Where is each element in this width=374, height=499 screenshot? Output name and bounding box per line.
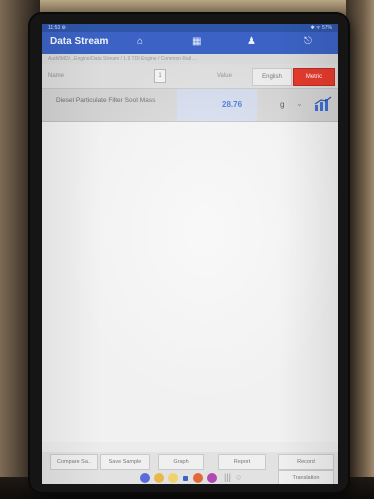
breadcrumb: Audi/IMD/...Engine/Data Stream / 1.9 TDI… xyxy=(42,54,338,64)
user-icon[interactable]: ♟ xyxy=(247,36,256,47)
value-column-label: Value xyxy=(217,73,232,79)
table-row[interactable]: Diesel Particulate Filter Soot Mass 28.7… xyxy=(42,89,338,122)
compare-sample-button[interactable]: Compare Sa.. xyxy=(50,454,98,470)
parameter-value: 28.76 xyxy=(222,100,243,109)
app-icon[interactable] xyxy=(183,476,188,481)
parameter-name: Diesel Particulate Filter Soot Mass xyxy=(56,97,156,104)
table-header: Name 1 Value English Metric xyxy=(42,64,338,89)
units-button[interactable]: Metric xyxy=(293,68,335,86)
record-button[interactable]: Record xyxy=(278,454,334,470)
background-door-right xyxy=(346,0,374,499)
recents-icon[interactable]: ||| xyxy=(224,472,231,482)
exit-icon[interactable]: ⎋ xyxy=(304,36,312,47)
page-number[interactable]: 1 xyxy=(154,69,166,83)
app-icon[interactable] xyxy=(154,473,164,483)
report-button[interactable]: Report xyxy=(218,454,266,470)
chevron-down-icon[interactable]: ⌄ xyxy=(296,99,303,108)
page-title: Data Stream xyxy=(50,36,109,47)
app-dock: ||| ○ xyxy=(140,470,250,486)
menu-icon[interactable]: ▦ xyxy=(192,36,201,47)
home-icon[interactable]: ⌂ xyxy=(137,36,143,47)
breadcrumb-text: Audi/IMD/...Engine/Data Stream / 1.9 TDI… xyxy=(48,56,197,62)
status-system-icons: ✱ ᯤ 57% xyxy=(310,25,332,31)
home-nav-icon[interactable]: ○ xyxy=(236,472,241,482)
app-icon[interactable] xyxy=(140,473,150,483)
name-column-label: Name xyxy=(48,73,65,79)
app-header: Data Stream ⌂ ▦ ♟ ⎋ xyxy=(42,32,338,54)
app-icon[interactable] xyxy=(168,473,178,483)
chart-icon[interactable] xyxy=(314,96,332,112)
status-time: 11:53 ⚙ xyxy=(48,25,67,31)
translation-button[interactable]: Translation xyxy=(278,470,334,484)
language-button[interactable]: English xyxy=(252,68,292,86)
save-sample-button[interactable]: Save Sample xyxy=(100,454,150,470)
app-icon[interactable] xyxy=(207,473,217,483)
graph-button[interactable]: Graph xyxy=(158,454,204,470)
status-bar: 11:53 ⚙ ✱ ᯤ 57% xyxy=(42,24,338,32)
value-cell xyxy=(177,89,257,121)
tablet-screen: 11:53 ⚙ ✱ ᯤ 57% Data Stream ⌂ ▦ ♟ ⎋ Audi… xyxy=(42,24,338,484)
data-stream-list-area xyxy=(42,122,338,442)
app-icon[interactable] xyxy=(193,473,203,483)
parameter-unit[interactable]: g xyxy=(280,100,284,109)
